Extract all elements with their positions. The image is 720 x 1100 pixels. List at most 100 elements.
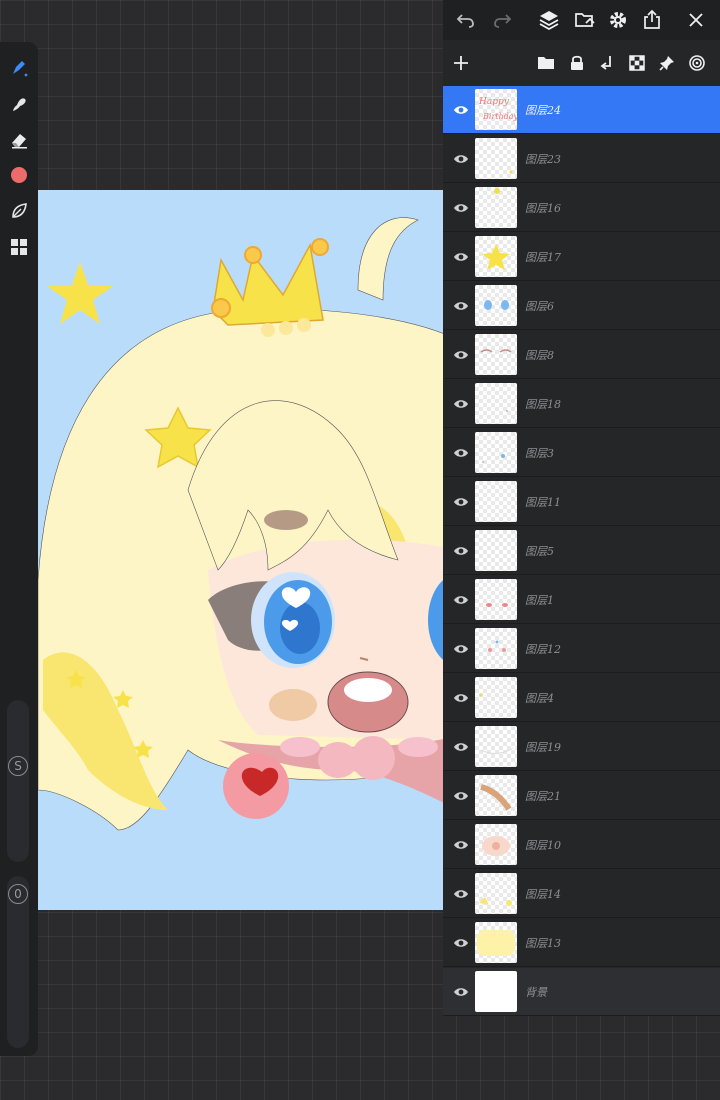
alpha-lock-button[interactable] [625,51,649,75]
pin-button[interactable] [655,51,679,75]
layer-thumbnail [475,775,517,816]
merge-down-button[interactable] [595,51,619,75]
layers-panel: Happy Birthday 图层24 图层23 图层16 图层17 图层6 图层8 图层18 图… [443,40,720,1016]
layer-name: 图层10 [525,839,561,852]
layer-row[interactable]: 图层19 [443,723,720,771]
alpha-lock-icon [629,55,645,71]
layer-thumbnail [475,922,517,963]
layer-thumbnail [475,236,517,277]
layer-thumbnail [475,334,517,375]
layer-name: 图层1 [525,594,554,607]
eye-icon [454,302,468,310]
eye-icon [454,106,468,114]
gallery-tool[interactable] [0,231,38,263]
visibility-toggle[interactable] [449,588,473,612]
size-slider-knob[interactable]: S [8,756,28,776]
visibility-toggle[interactable] [449,833,473,857]
layer-row[interactable]: 图层5 [443,527,720,575]
layer-row[interactable]: 图层1 [443,576,720,624]
layer-row[interactable]: 图层10 [443,821,720,869]
visibility-toggle[interactable] [449,490,473,514]
eye-icon [454,841,468,849]
eye-icon [454,253,468,261]
layer-row[interactable]: 图层16 [443,184,720,232]
visibility-toggle[interactable] [449,637,473,661]
group-folder-button[interactable] [534,51,558,75]
svg-text:Happy: Happy [478,97,510,107]
layer-row[interactable]: 图层21 [443,772,720,820]
settings-button[interactable] [605,8,631,32]
layer-row-background[interactable]: 背景 [443,968,720,1016]
lock-layer-button[interactable] [565,51,589,75]
color-picker[interactable] [0,159,38,191]
visibility-toggle[interactable] [449,343,473,367]
layer-name: 图层23 [525,153,561,166]
visibility-toggle[interactable] [449,196,473,220]
layer-row[interactable]: 图层11 [443,478,720,526]
layer-row[interactable]: 图层8 [443,331,720,379]
drawing-canvas[interactable] [38,190,458,910]
layer-row[interactable]: 图层18 [443,380,720,428]
visibility-toggle[interactable] [449,784,473,808]
smudge-tool[interactable] [0,88,38,120]
visibility-toggle[interactable] [449,931,473,955]
layers-button[interactable] [536,8,562,32]
layer-row[interactable]: 图层14 [443,870,720,918]
layer-thumbnail [475,481,517,522]
layer-thumbnail [475,873,517,914]
layers-action-bar [443,40,720,87]
layer-name: 图层16 [525,202,561,215]
layer-name: 图层3 [525,447,554,460]
blend-mode-button[interactable] [685,51,709,75]
brush-opacity-slider[interactable]: 0 [7,876,29,1048]
layer-name: 图层19 [525,741,561,754]
eraser-tool[interactable] [0,124,38,156]
layer-name: 图层18 [525,398,561,411]
layer-thumbnail: Happy Birthday [475,89,517,130]
opacity-slider-knob[interactable]: 0 [8,884,28,904]
layer-thumbnail [475,432,517,473]
layer-row[interactable]: 图层6 [443,282,720,330]
visibility-toggle[interactable] [449,735,473,759]
pin-icon [659,56,674,71]
smudge-icon [13,98,26,111]
visibility-toggle[interactable] [449,98,473,122]
layer-row[interactable]: 图层3 [443,429,720,477]
layer-row[interactable]: Happy Birthday 图层24 [443,86,720,134]
layer-row[interactable]: 图层23 [443,135,720,183]
visibility-toggle[interactable] [449,392,473,416]
layer-row[interactable]: 图层12 [443,625,720,673]
layer-name: 图层24 [525,104,561,117]
visibility-toggle[interactable] [449,686,473,710]
share-button[interactable] [639,8,665,32]
redo-button[interactable] [489,8,515,32]
layer-name: 图层4 [525,692,554,705]
visibility-toggle[interactable] [449,539,473,563]
current-color-swatch [11,167,27,183]
share-icon [644,9,660,29]
layer-name: 图层12 [525,643,561,656]
layer-row[interactable]: 图层17 [443,233,720,281]
brush-tool[interactable] [0,52,38,84]
visibility-toggle[interactable] [449,147,473,171]
add-layer-button[interactable] [449,51,473,75]
undo-button[interactable] [453,8,479,32]
visibility-toggle[interactable] [449,294,473,318]
layer-name: 背景 [525,986,547,999]
close-button[interactable] [683,8,709,32]
visibility-toggle[interactable] [449,441,473,465]
layer-thumbnail [475,726,517,767]
layer-thumbnail [475,824,517,865]
import-button[interactable] [572,8,598,32]
visibility-toggle[interactable] [449,245,473,269]
eye-icon [454,596,468,604]
layer-row[interactable]: 图层13 [443,919,720,967]
visibility-toggle[interactable] [449,980,473,1004]
brush-size-slider[interactable]: S [7,700,29,862]
undo-icon [456,14,474,28]
layer-row[interactable]: 图层4 [443,674,720,722]
visibility-toggle[interactable] [449,882,473,906]
layer-name: 图层11 [525,496,561,509]
layer-tool[interactable] [0,195,38,227]
eye-icon [454,890,468,898]
